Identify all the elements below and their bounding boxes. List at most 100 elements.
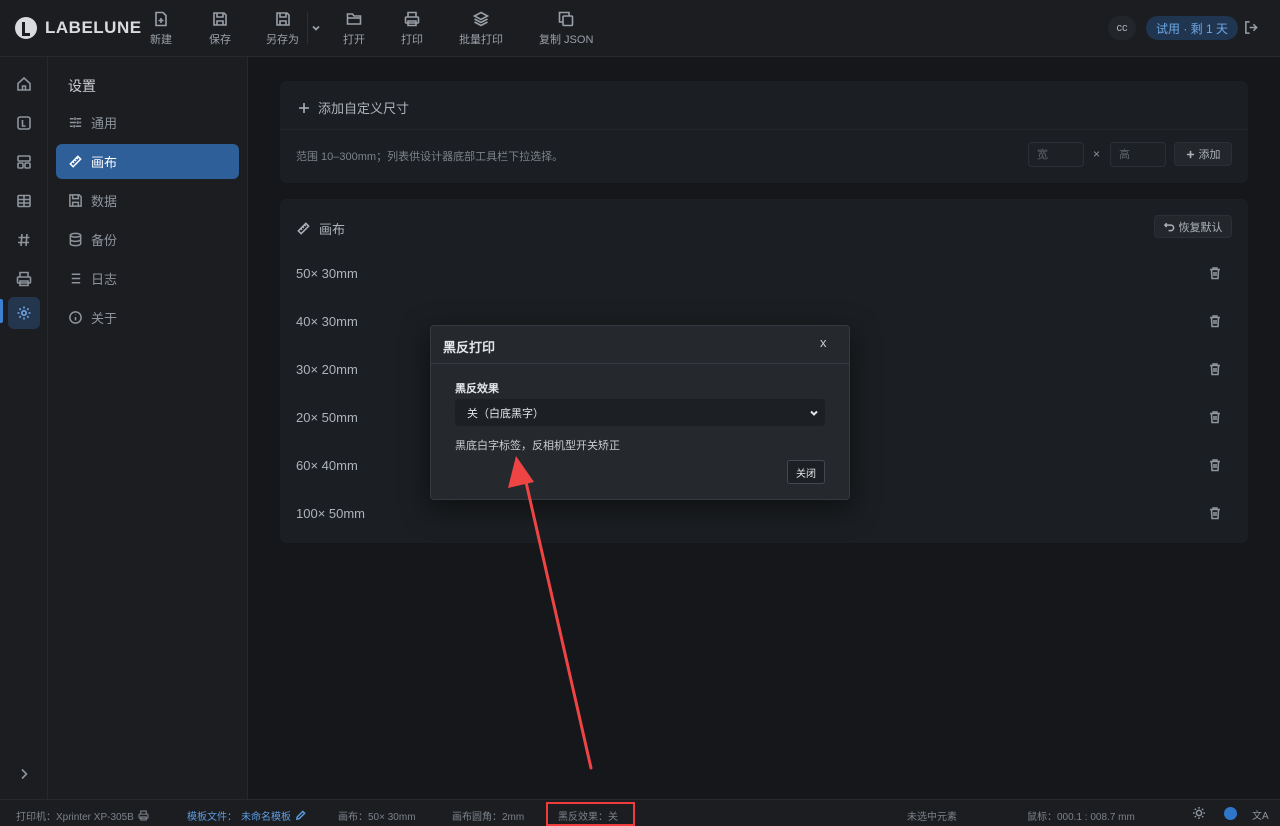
accent-color-dot[interactable]	[1224, 807, 1237, 820]
status-canvas[interactable]: 画布：50× 30mm	[338, 808, 416, 823]
new-button[interactable]: 新建	[150, 11, 172, 47]
app-logo: LABELUNE	[15, 17, 142, 39]
gear-icon	[17, 306, 31, 320]
add-size-button-label: 添加	[1198, 149, 1221, 161]
add-size-title[interactable]: 添加自定义尺寸	[298, 98, 409, 117]
save-label: 保存	[209, 34, 231, 46]
dialog-title: 黑反打印	[443, 340, 496, 355]
sidebar-title: 设置	[68, 78, 96, 94]
logo-text: LABELUNE	[45, 18, 142, 37]
save-button[interactable]: 保存	[209, 11, 231, 47]
sidebar-item-label: 通用	[91, 116, 118, 131]
add-size-button[interactable]: 添加	[1174, 142, 1232, 166]
inverse-print-dialog: 黑反打印 x 黑反效果 关（白底黑字） 黑底白字标签，反相机型开关矫正 关闭	[430, 325, 850, 500]
size-label: 50× 30mm	[296, 266, 358, 281]
open-button[interactable]: 打开	[343, 11, 365, 47]
layers-icon	[473, 11, 489, 27]
logout-button[interactable]	[1244, 20, 1259, 35]
sidebar-item-log[interactable]: 日志	[56, 261, 239, 296]
status-template[interactable]: 模板文件： 未命名模板	[187, 808, 306, 823]
divider	[280, 129, 1248, 130]
rail-print[interactable]	[8, 263, 40, 295]
trial-badge[interactable]: 试用 · 剩 1 天	[1146, 16, 1239, 40]
ruler-icon	[297, 222, 310, 235]
dialog-note: 黑底白字标签，反相机型开关矫正	[455, 440, 620, 452]
sidebar-item-general[interactable]: 通用	[56, 105, 239, 140]
rail-home[interactable]	[8, 68, 40, 100]
logout-icon	[1245, 21, 1258, 34]
batch-print-button[interactable]: 批量打印	[459, 11, 503, 47]
rail-active-indicator	[0, 299, 3, 323]
user-avatar[interactable]: cc	[1108, 16, 1136, 40]
rail-label[interactable]	[8, 107, 40, 139]
table-icon	[17, 194, 31, 208]
theme-toggle[interactable]	[1192, 806, 1206, 820]
open-label: 打开	[343, 34, 365, 46]
rail-settings[interactable]	[8, 297, 40, 329]
plus-icon	[1186, 150, 1194, 158]
sidebar-item-label: 备份	[91, 233, 118, 248]
hash-icon	[18, 233, 30, 247]
canvas-section-header: 画布	[296, 219, 345, 238]
undo-icon	[1163, 222, 1174, 232]
save-as-button[interactable]: 另存为	[266, 11, 299, 47]
sidebar-item-label: 数据	[91, 194, 118, 209]
new-file-icon	[155, 11, 167, 27]
pencil-icon	[295, 810, 306, 821]
sidebar-item-canvas[interactable]: 画布	[56, 144, 239, 179]
delete-size-button[interactable]	[1208, 362, 1222, 376]
height-input[interactable]	[1110, 142, 1166, 167]
printer-icon	[138, 810, 149, 821]
status-printer[interactable]: 打印机：Xprinter XP-305B	[16, 808, 149, 823]
delete-size-button[interactable]	[1208, 506, 1222, 520]
rail-templates[interactable]	[8, 146, 40, 178]
sidebar-item-data[interactable]: 数据	[56, 183, 239, 218]
save-icon	[213, 12, 227, 26]
size-label: 100× 50mm	[296, 506, 366, 521]
dialog-close-action-button[interactable]: 关闭	[787, 460, 825, 484]
sidebar-item-backup[interactable]: 备份	[56, 222, 239, 257]
sidebar-item-label: 关于	[91, 311, 118, 326]
plus-icon	[299, 102, 309, 113]
sidebar-item-label: 画布	[91, 155, 118, 170]
size-label: 60× 40mm	[296, 458, 358, 473]
reset-default-button[interactable]: 恢复默认	[1154, 215, 1232, 238]
times-sign: ×	[1093, 147, 1101, 161]
print-button[interactable]: 打印	[401, 11, 423, 47]
inverse-effect-label: 黑反效果	[455, 383, 499, 395]
status-corner[interactable]: 画布圆角：2mm	[452, 808, 524, 823]
language-switch[interactable]: 文A	[1252, 807, 1269, 822]
rail-numbering[interactable]	[8, 224, 40, 256]
delete-size-button[interactable]	[1208, 314, 1222, 328]
top-toolbar: LABELUNE 新建 保存 另存为 打开 打印 批量打印 复制 JSON cc…	[0, 0, 1280, 57]
status-printer-text: 打印机：Xprinter XP-305B	[16, 812, 134, 823]
size-label: 40× 30mm	[296, 314, 358, 329]
delete-size-button[interactable]	[1208, 458, 1222, 472]
delete-size-button[interactable]	[1208, 266, 1222, 280]
sidebar-item-about[interactable]: 关于	[56, 300, 239, 335]
canvas-section-title: 画布	[319, 222, 346, 237]
layout-icon	[17, 155, 31, 169]
save-as-dropdown[interactable]	[307, 12, 323, 44]
copy-icon	[558, 11, 574, 27]
trash-icon	[1210, 459, 1220, 472]
status-inverse[interactable]: 黑反效果：关	[558, 808, 618, 823]
dialog-close-button[interactable]: x	[820, 335, 827, 350]
copy-json-button[interactable]: 复制 JSON	[539, 11, 593, 47]
copy-json-label: 复制 JSON	[539, 34, 594, 46]
rail-expand[interactable]	[8, 758, 40, 790]
database-icon	[69, 232, 82, 247]
ruler-icon	[69, 155, 82, 168]
delete-size-button[interactable]	[1208, 410, 1222, 424]
size-label: 20× 50mm	[296, 410, 358, 425]
sun-icon	[1193, 807, 1205, 819]
inverse-effect-select[interactable]: 关（白底黑字）	[455, 399, 825, 426]
width-input[interactable]	[1028, 142, 1084, 167]
sliders-icon	[69, 117, 82, 128]
rail-table[interactable]	[8, 185, 40, 217]
add-size-title-label: 添加自定义尺寸	[318, 101, 410, 116]
trash-icon	[1210, 507, 1220, 520]
status-selection: 未选中元素	[907, 812, 957, 823]
new-label: 新建	[150, 34, 172, 46]
save-as-label: 另存为	[266, 34, 299, 46]
